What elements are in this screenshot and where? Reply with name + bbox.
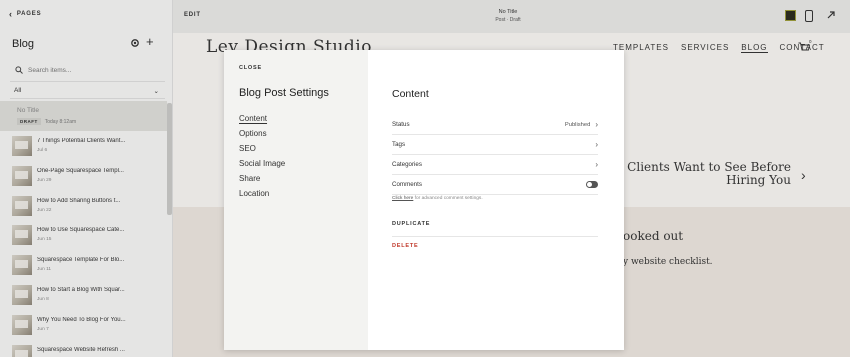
comments-row: Comments — [392, 175, 598, 195]
tags-label: Tags — [392, 141, 406, 148]
tab-content[interactable]: Content — [239, 114, 285, 129]
section-title: Content — [392, 88, 429, 100]
settings-nav-panel: CLOSE Blog Post Settings Content Options… — [224, 50, 368, 350]
chevron-right-icon: › — [595, 159, 598, 169]
status-label: Status — [392, 121, 410, 128]
comments-label: Comments — [392, 181, 422, 188]
tab-social-image[interactable]: Social Image — [239, 159, 285, 174]
chevron-right-icon: › — [595, 139, 598, 149]
tab-seo[interactable]: SEO — [239, 144, 285, 159]
categories-label: Categories — [392, 161, 422, 168]
settings-nav: Content Options SEO Social Image Share L… — [239, 114, 285, 204]
delete-button[interactable]: DELETE — [392, 243, 598, 249]
settings-content-panel: Content Status Published › Tags › Catego… — [368, 50, 624, 350]
tab-options[interactable]: Options — [239, 129, 285, 144]
modal-title: Blog Post Settings — [239, 87, 329, 99]
status-value: Published — [564, 121, 591, 128]
tab-location[interactable]: Location — [239, 189, 285, 204]
status-row[interactable]: Status Published › — [392, 115, 598, 135]
hint-text: for advanced comment settings. — [413, 196, 483, 201]
advanced-comments-link[interactable]: Click here — [392, 196, 413, 201]
tab-share[interactable]: Share — [239, 174, 285, 189]
blog-post-settings-modal: CLOSE Blog Post Settings Content Options… — [224, 50, 624, 350]
comments-toggle[interactable] — [586, 181, 598, 188]
chevron-right-icon: › — [595, 119, 598, 129]
close-button[interactable]: CLOSE — [239, 65, 262, 71]
categories-row[interactable]: Categories › — [392, 155, 598, 175]
duplicate-button[interactable]: DUPLICATE — [392, 221, 598, 237]
tags-row[interactable]: Tags › — [392, 135, 598, 155]
comments-hint: Click here for advanced comment settings… — [392, 196, 483, 201]
